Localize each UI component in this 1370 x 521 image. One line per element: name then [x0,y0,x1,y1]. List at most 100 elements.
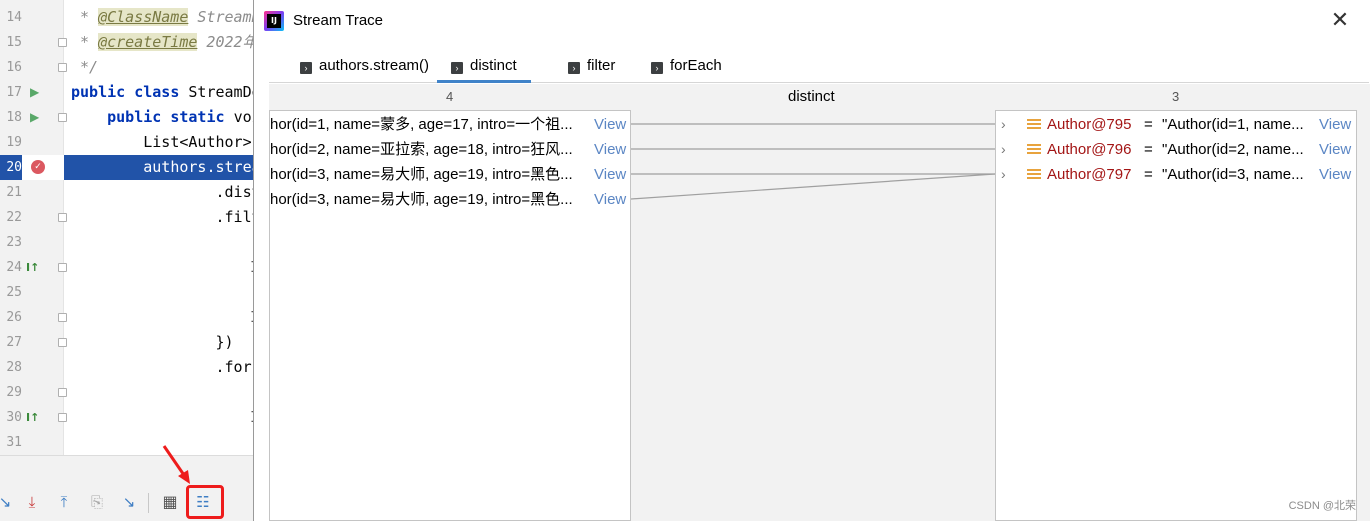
stream-operation-icon: › [451,62,463,74]
output-values-panel[interactable]: › Author@795 = "Author(id=1, name... View › Au… [995,110,1357,521]
expand-chevron-icon[interactable]: › [1001,137,1006,162]
view-link[interactable]: View [594,137,626,162]
fold-marker-icon[interactable] [58,388,67,397]
editor-line[interactable]: 28 .forE [0,355,262,380]
input-value-row[interactable]: hor(id=3, name=易大师, age=19, intro=黑色... V… [270,162,630,187]
tab-filter[interactable]: › filter [568,51,615,83]
object-value: "Author(id=2, name... [1162,141,1304,158]
view-link[interactable]: View [594,187,626,212]
operation-tabs: › authors.stream() › distinct › filter › forEac… [269,51,1369,83]
view-link[interactable]: View [1319,162,1351,187]
implements-method-icon[interactable]: I↑ [26,411,39,424]
fold-marker-icon[interactable] [58,63,67,72]
fold-marker-icon[interactable] [58,38,67,47]
implements-method-icon[interactable]: I↑ [26,261,39,274]
line-number: 15 [6,35,22,50]
watermark: CSDN @北荣 [1288,500,1356,512]
input-value-text: hor(id=3, name=易大师, age=19, intro=黑色... [270,166,573,183]
editor-line[interactable]: 14 * @ClassName StreamD [0,5,262,30]
run-to-cursor-icon[interactable]: ↘ [118,491,140,513]
code-text: }) [71,333,234,351]
output-value-row[interactable]: › Author@795 = "Author(id=1, name... View [996,112,1356,137]
input-value-row[interactable]: hor(id=2, name=亚拉索, age=18, intro=狂风... V… [270,137,630,162]
editor-line[interactable]: 29 [0,380,262,405]
editor-line[interactable]: 19 List<Author> [0,130,262,155]
input-value-text: hor(id=2, name=亚拉索, age=18, intro=狂风... [270,141,573,158]
input-value-row[interactable]: hor(id=3, name=易大师, age=19, intro=黑色... V… [270,187,630,212]
editor-line[interactable]: 20 ✓ authors.strea [0,155,262,180]
input-value-text: hor(id=1, name=蒙多, age=17, intro=一个祖... [270,116,573,133]
close-button[interactable]: ✕ [1327,8,1353,34]
tab-label: authors.stream() [319,57,430,74]
editor-line[interactable]: 26 [0,305,262,330]
view-link[interactable]: View [594,162,626,187]
line-number: 19 [6,135,22,150]
line-number: 31 [6,435,22,450]
fold-marker-icon[interactable] [58,413,67,422]
object-value: "Author(id=3, name... [1162,166,1304,183]
field-icon [1027,119,1041,130]
annotation-highlight-box [186,485,224,519]
editor-line[interactable]: 31 [0,430,262,455]
line-number: 21 [6,185,22,200]
object-reference: Author@796 [1047,141,1132,158]
output-value-row[interactable]: › Author@797 = "Author(id=3, name... View [996,162,1356,187]
step-out-icon[interactable]: ⤒ [53,491,75,513]
line-number: 20 [0,155,22,180]
code-editor[interactable]: 14 * @ClassName StreamD 15 * @createTime 20… [0,0,262,521]
line-number: 30 [6,410,22,425]
line-number: 17 [6,85,22,100]
tab-distinct[interactable]: › distinct [437,51,531,83]
fold-marker-icon[interactable] [58,113,67,122]
object-reference: Author@795 [1047,116,1132,133]
breakpoint-icon[interactable]: ✓ [31,160,45,174]
code-text: authors.strea [71,158,261,176]
object-value: "Author(id=1, name... [1162,116,1304,133]
editor-line[interactable]: 15 * @createTime 2022年 [0,30,262,55]
line-number: 26 [6,310,22,325]
view-link[interactable]: View [1319,137,1351,162]
equals-sign: = [1144,166,1153,183]
editor-line[interactable]: 22 .filt [0,205,262,230]
line-number: 23 [6,235,22,250]
output-value-row[interactable]: › Author@796 = "Author(id=2, name... View [996,137,1356,162]
view-link[interactable]: View [1319,112,1351,137]
editor-line[interactable]: 21 .dist [0,180,262,205]
editor-line[interactable]: 30 I↑ [0,405,262,430]
line-number: 18 [6,110,22,125]
editor-line[interactable]: 25 [0,280,262,305]
force-step-into-icon[interactable]: ⤓ [21,491,43,513]
expand-chevron-icon[interactable]: › [1001,162,1006,187]
fold-marker-icon[interactable] [58,213,67,222]
tab-foreach[interactable]: › forEach [651,51,722,83]
editor-line[interactable]: 18 ▶ public static voi [0,105,262,130]
run-gutter-icon[interactable]: ▶ [30,111,39,124]
tab-label: distinct [470,57,517,74]
editor-line[interactable]: 27 }) [0,330,262,355]
expand-chevron-icon[interactable]: › [1001,112,1006,137]
field-icon [1027,144,1041,155]
annotation-arrow [162,445,190,484]
output-count: 3 [1172,89,1180,104]
editor-line[interactable]: 24 I↑ [0,255,262,280]
fold-marker-icon[interactable] [58,338,67,347]
tab-authorsstream[interactable]: › authors.stream() [300,51,429,83]
editor-line[interactable]: 17 ▶ public class StreamDe [0,80,262,105]
code-text: .forE [71,358,261,376]
drop-frame-icon[interactable]: ⎘ [86,491,108,513]
view-link[interactable]: View [594,112,626,137]
code-text: public static voi [107,108,261,126]
fold-marker-icon[interactable] [58,313,67,322]
run-gutter-icon[interactable]: ▶ [30,86,39,99]
input-values-panel[interactable]: hor(id=1, name=蒙多, age=17, intro=一个祖... V… [269,110,631,521]
input-value-row[interactable]: hor(id=1, name=蒙多, age=17, intro=一个祖... V… [270,112,630,137]
step-into-icon[interactable]: ↘ [0,491,16,513]
editor-line[interactable]: 23 [0,230,262,255]
stream-operation-icon: › [300,62,312,74]
tab-label: forEach [670,57,722,74]
fold-marker-icon[interactable] [58,263,67,272]
code-text: .dist [71,183,261,201]
editor-line[interactable]: 16 */ [0,55,262,80]
evaluate-expression-icon[interactable]: ▦ [159,491,181,513]
dialog-title-bar[interactable]: IJ Stream Trace ✕ [254,0,1370,44]
